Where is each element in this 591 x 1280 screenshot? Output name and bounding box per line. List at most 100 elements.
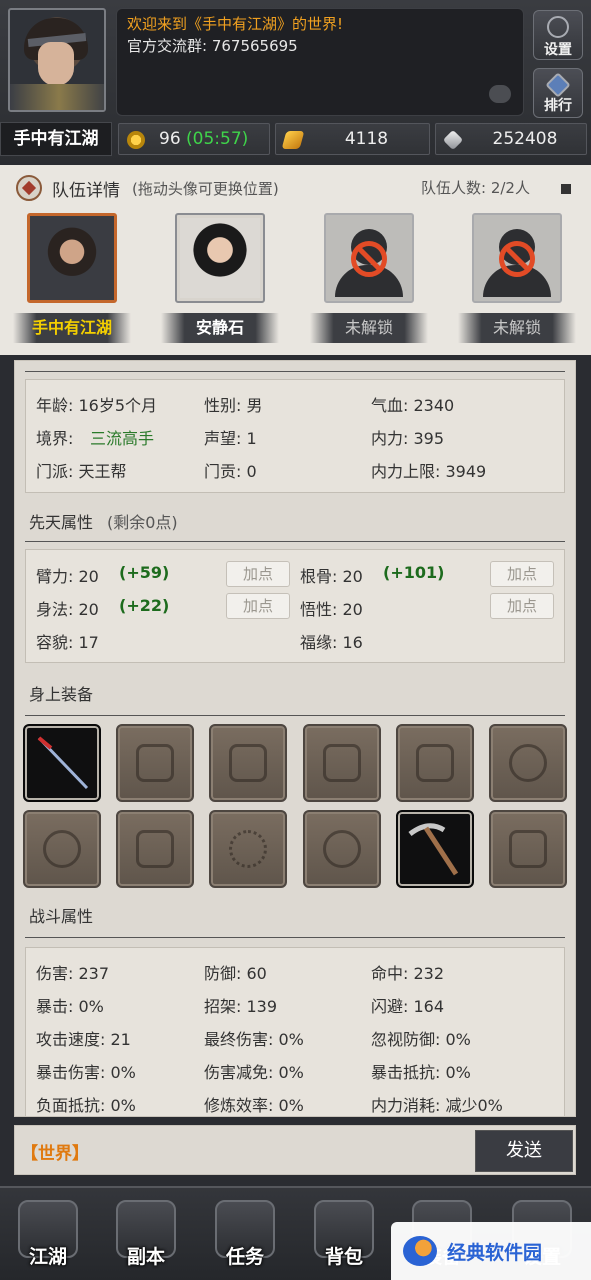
nav-quest[interactable]: 任务 <box>213 1200 277 1270</box>
profile-box: 年龄: 16岁5个月 性别: 男 气血: 2340 境界: 三流高手 声望: 1… <box>25 379 565 493</box>
stat-training-efficiency: 修炼效率: 0% <box>204 1096 304 1115</box>
add-bone-button[interactable]: 加点 <box>490 561 554 587</box>
realm-value: 三流高手 <box>90 429 155 448</box>
stamina-coin-icon <box>127 131 145 149</box>
official-group-text: 官方交流群: 767565695 <box>127 37 298 55</box>
chat-channel-label[interactable]: 【世界】 <box>21 1139 89 1164</box>
welcome-message: 欢迎来到《手中有江湖》的世界! <box>127 15 344 33</box>
chat-bubble-icon[interactable] <box>489 85 511 103</box>
boots-icon[interactable] <box>396 724 474 802</box>
armor-icon[interactable] <box>303 724 381 802</box>
realm-label: 境界: <box>36 429 74 448</box>
bone-text: 根骨: 20 <box>300 567 363 586</box>
stamina-timer: (05:57) <box>186 129 249 149</box>
nav-label: 背包 <box>324 1246 363 1268</box>
belt-pouch-icon[interactable] <box>116 810 194 888</box>
stat-final-damage: 最终伤害: 0% <box>204 1030 304 1049</box>
gold-value: 4118 <box>344 129 389 149</box>
stat-damage: 伤害: 237 <box>36 964 110 983</box>
send-button[interactable]: 发送 <box>475 1130 573 1172</box>
system-message-box[interactable]: 欢迎来到《手中有江湖》的世界! 官方交流群: 767565695 <box>116 8 524 116</box>
member-portrait <box>180 218 260 298</box>
wisdom-text: 悟性: 20 <box>300 600 363 619</box>
collapse-square-icon[interactable] <box>561 184 571 194</box>
top-header: 欢迎来到《手中有江湖》的世界! 官方交流群: 767565695 设置 排行 手… <box>0 0 591 162</box>
agility-text: 身法: 20 <box>36 600 99 619</box>
ring-icon[interactable] <box>303 810 381 888</box>
hidden-weapon-icon[interactable] <box>116 724 194 802</box>
beads-icon[interactable] <box>209 810 287 888</box>
add-agility-button[interactable]: 加点 <box>226 593 290 619</box>
stat-dodge: 闪避: 164 <box>371 997 445 1016</box>
member-portrait <box>33 219 111 297</box>
bone-bonus: (+101) <box>383 563 445 582</box>
stat-attack-speed: 攻击速度: 21 <box>36 1030 131 1049</box>
age-text: 年龄: 16岁5个月 <box>36 396 158 415</box>
gold-ingot-icon <box>281 131 305 149</box>
stat-mana-cost: 内力消耗: 减少0% <box>371 1096 503 1115</box>
combat-title: 战斗属性 <box>29 907 94 926</box>
pickaxe-icon[interactable] <box>396 810 474 888</box>
divider <box>25 541 565 542</box>
settings-button[interactable]: 设置 <box>533 10 583 60</box>
stat-crit-resist: 暴击抵抗: 0% <box>371 1063 471 1082</box>
stamina-resource[interactable]: 96 (05:57) <box>118 123 270 155</box>
gear-icon <box>547 16 569 38</box>
add-strength-button[interactable]: 加点 <box>226 561 290 587</box>
luck-text: 福缘: 16 <box>300 633 363 652</box>
robe-icon[interactable] <box>209 724 287 802</box>
team-slot-2[interactable] <box>175 213 265 303</box>
stat-hit: 命中: 232 <box>371 964 445 983</box>
stat-parry: 招架: 139 <box>204 997 278 1016</box>
team-slot-4[interactable] <box>472 213 562 303</box>
spear-icon[interactable] <box>23 724 101 802</box>
locked-ban-icon <box>351 241 387 277</box>
hp-text: 气血: 2340 <box>371 396 455 415</box>
member-name: 手中有江湖 <box>13 313 131 343</box>
amulet-icon[interactable] <box>489 724 567 802</box>
watermark-logo-icon <box>403 1236 437 1266</box>
agility-bonus: (+22) <box>119 596 170 615</box>
silver-value: 252408 <box>492 129 558 149</box>
combat-stats-box: 伤害: 237 防御: 60 命中: 232 暴击: 0% 招架: 139 闪避… <box>25 947 565 1116</box>
nav-dungeon[interactable]: 副本 <box>114 1200 178 1270</box>
add-wisdom-button[interactable]: 加点 <box>490 593 554 619</box>
team-panel: 队伍详情 (拖动头像可更换位置) 队伍人数: 2/2人 手中有江湖 安静石 未解… <box>0 165 591 355</box>
watermark: 经典软件园 <box>391 1222 591 1280</box>
gold-resource[interactable]: 4118 <box>275 123 430 155</box>
watermark-text: 经典软件园 <box>447 1242 543 1264</box>
equipment-title: 身上装备 <box>29 685 94 704</box>
strength-bonus: (+59) <box>119 563 170 582</box>
chat-bar[interactable]: 【世界】 发送 <box>14 1125 576 1175</box>
divider <box>25 371 565 372</box>
ranking-button[interactable]: 排行 <box>533 68 583 118</box>
team-slot-1[interactable] <box>27 213 117 303</box>
bracelet-icon[interactable] <box>23 810 101 888</box>
contribution-text: 门贡: 0 <box>204 462 257 481</box>
player-avatar[interactable] <box>8 8 106 112</box>
nav-bag[interactable]: 背包 <box>312 1200 376 1270</box>
team-title: 队伍详情 <box>52 181 120 201</box>
innate-title: 先天属性 <box>29 513 94 532</box>
stat-damage-reduction: 伤害减免: 0% <box>204 1063 304 1082</box>
silver-resource[interactable]: 252408 <box>435 123 587 155</box>
player-name: 手中有江湖 <box>13 129 99 149</box>
stat-defense: 防御: 60 <box>204 964 267 983</box>
nav-jianghu[interactable]: 江湖 <box>16 1200 80 1270</box>
team-count: 队伍人数: 2/2人 <box>421 179 530 197</box>
looks-text: 容貌: 17 <box>36 633 99 652</box>
team-emblem-icon <box>16 175 42 201</box>
divider <box>25 937 565 938</box>
ranking-icon <box>545 72 571 98</box>
innate-remaining: (剩余0点) <box>107 513 178 532</box>
player-name-bar: 手中有江湖 <box>0 122 112 156</box>
gender-text: 性别: 男 <box>204 396 263 415</box>
ranking-label: 排行 <box>544 98 572 114</box>
team-slot-3[interactable] <box>324 213 414 303</box>
silver-ingot-icon <box>442 129 464 151</box>
sect-text: 门派: 天王帮 <box>36 462 127 481</box>
horse-icon[interactable] <box>489 810 567 888</box>
nav-label: 副本 <box>126 1246 165 1268</box>
character-detail-panel[interactable]: 年龄: 16岁5个月 性别: 男 气血: 2340 境界: 三流高手 声望: 1… <box>14 360 576 1117</box>
fame-text: 声望: 1 <box>204 429 257 448</box>
